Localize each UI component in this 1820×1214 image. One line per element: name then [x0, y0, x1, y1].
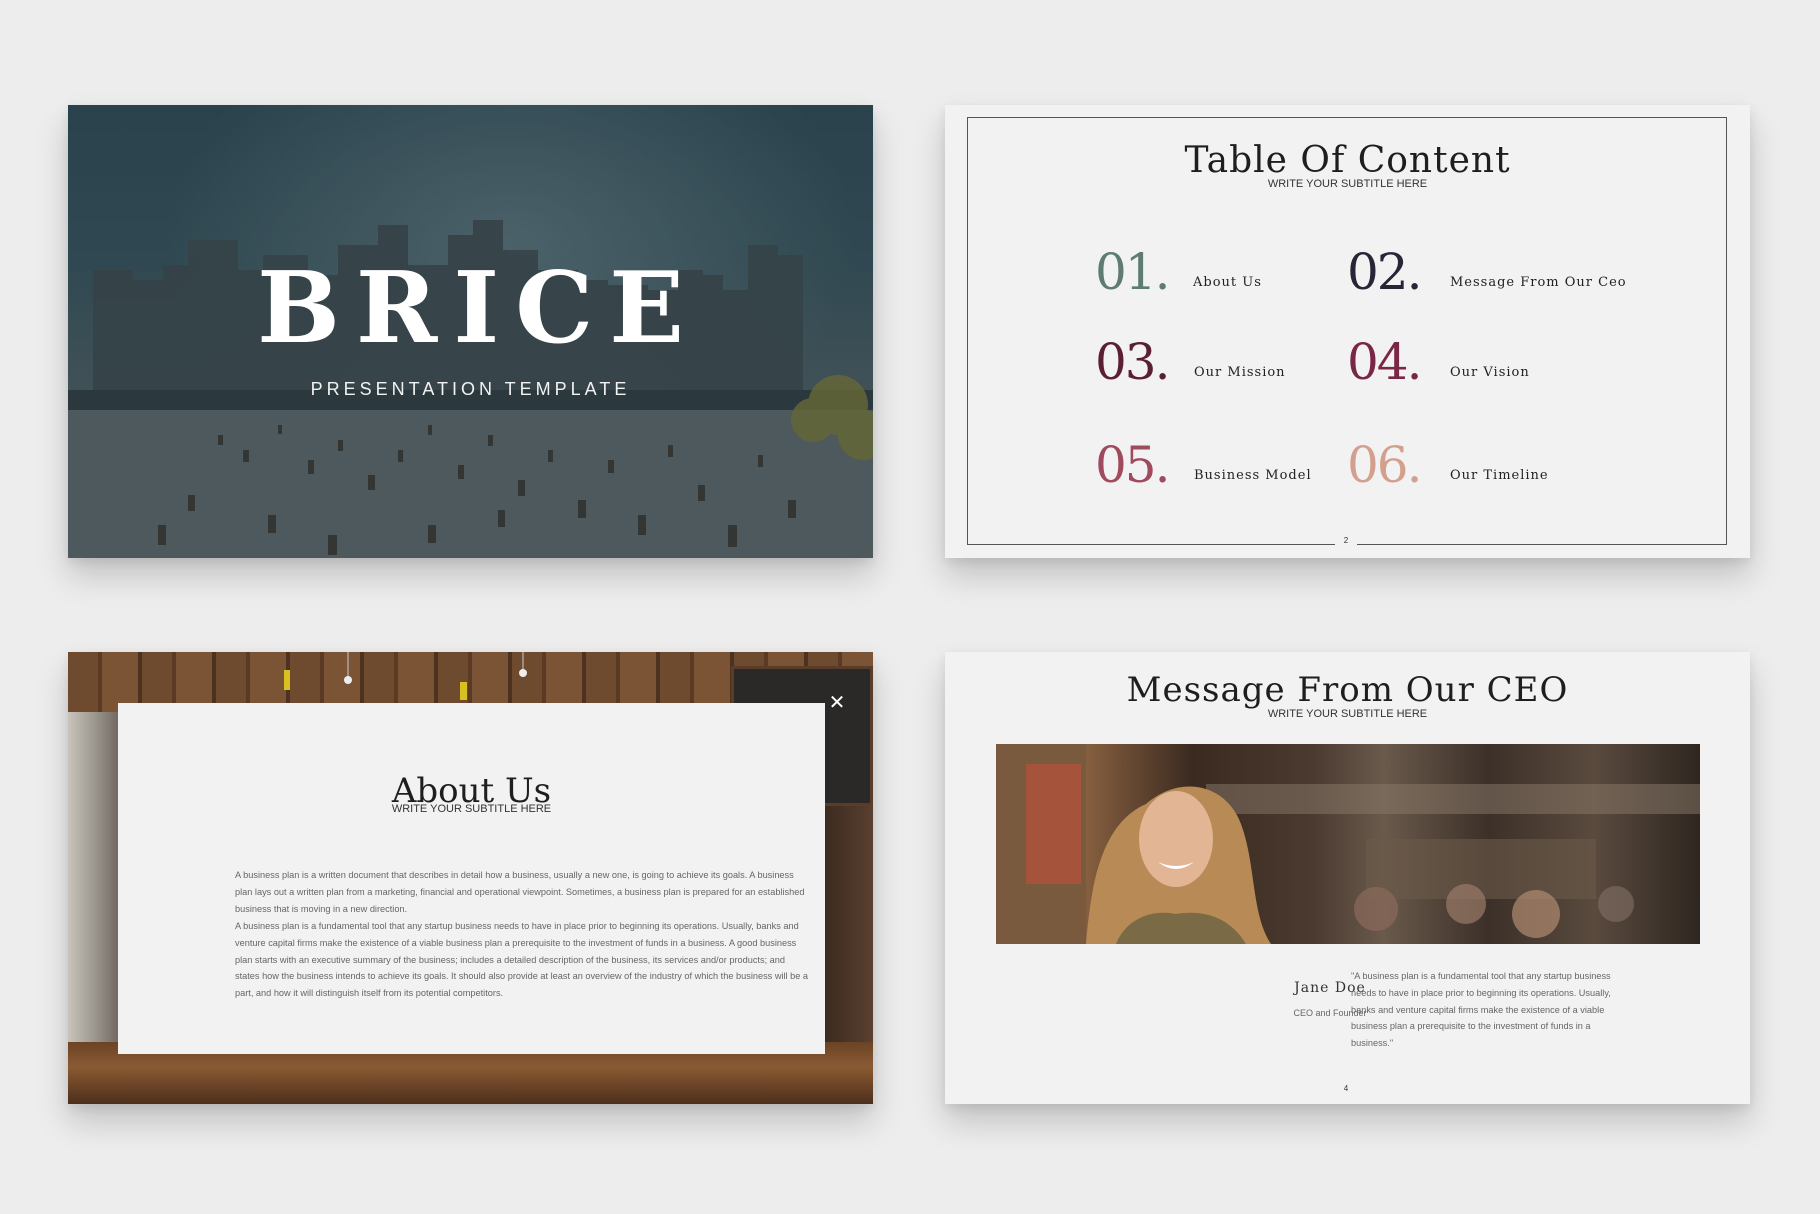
- body-paragraph: A business plan is a fundamental tool th…: [235, 921, 809, 999]
- toc-label: Business Model: [1194, 468, 1312, 483]
- page-number: 2: [1343, 536, 1349, 545]
- page-number: 4: [1343, 1084, 1349, 1093]
- toc-number: 03.: [1095, 333, 1171, 391]
- ceo-quote: "A business plan is a fundamental tool t…: [1351, 971, 1611, 1049]
- about-slide[interactable]: About Us WRITE YOUR SUBTITLE HERE A busi…: [68, 652, 873, 1104]
- cover-title: BRICE: [257, 251, 700, 366]
- slide-subtitle: WRITE YOUR SUBTITLE HERE: [1267, 178, 1428, 190]
- toc-label: Our Mission: [1194, 365, 1286, 380]
- cover-slide[interactable]: BRICE PRESENTATION TEMPLATE: [68, 105, 873, 558]
- ceo-slide[interactable]: Message From Our CEO WRITE YOUR SUBTITLE…: [945, 652, 1750, 1104]
- toc-label: Our Vision: [1450, 365, 1530, 380]
- slide-subtitle: WRITE YOUR SUBTITLE HERE: [391, 803, 552, 815]
- slide-title: Table Of Content: [1184, 140, 1511, 181]
- toc-number: 02.: [1347, 243, 1423, 301]
- body-paragraph: A business plan is a written document th…: [235, 870, 805, 914]
- toc-slide[interactable]: 2 Table Of Content WRITE YOUR SUBTITLE H…: [945, 105, 1750, 558]
- toc-label: Message From Our Ceo: [1450, 275, 1627, 290]
- content-panel: About Us WRITE YOUR SUBTITLE HERE A busi…: [118, 703, 825, 1054]
- toc-label: Our Timeline: [1450, 468, 1549, 483]
- toc-number: 04.: [1347, 333, 1423, 391]
- toc-number: 06.: [1347, 436, 1423, 494]
- close-icon[interactable]: ✕: [826, 692, 848, 714]
- slide-title: Message From Our CEO: [1126, 670, 1569, 710]
- toc-label: About Us: [1193, 275, 1262, 290]
- slide-subtitle: WRITE YOUR SUBTITLE HERE: [1267, 708, 1428, 720]
- window-image: [68, 712, 120, 1042]
- toc-number: 01.: [1095, 243, 1171, 301]
- ceo-photo: [996, 744, 1700, 944]
- toc-number: 05.: [1095, 436, 1171, 494]
- cover-subtitle: PRESENTATION TEMPLATE: [310, 379, 631, 399]
